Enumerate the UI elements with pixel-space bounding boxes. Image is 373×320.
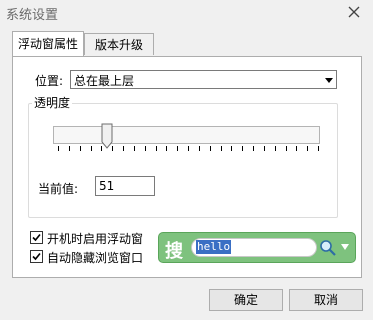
search-icon[interactable] xyxy=(319,239,337,257)
tab-version-upgrade[interactable]: 版本升级 xyxy=(84,33,154,55)
current-value-label: 当前值: xyxy=(38,182,79,196)
transparency-slider-track[interactable] xyxy=(53,126,320,144)
position-select-value: 总在最上层 xyxy=(74,74,135,88)
window-title: 系统设置 xyxy=(6,8,59,23)
position-select[interactable]: 总在最上层 xyxy=(70,70,337,89)
ok-button[interactable]: 确定 xyxy=(209,289,283,311)
cancel-button[interactable]: 取消 xyxy=(289,289,363,311)
search-input-text: hello xyxy=(196,240,232,254)
checkbox-autostart[interactable] xyxy=(30,231,43,244)
chevron-down-icon xyxy=(325,78,333,83)
transparency-group-title: 透明度 xyxy=(32,94,73,111)
checkbox-autohide-label: 自动隐藏浏览窗口 xyxy=(47,251,144,265)
position-label: 位置: xyxy=(35,74,64,88)
close-icon[interactable] xyxy=(345,3,363,21)
checkmark-icon xyxy=(32,233,41,242)
tab-float-window[interactable]: 浮动窗属性 xyxy=(12,31,84,56)
current-value-input[interactable]: 51 xyxy=(95,176,155,196)
search-logo-char: 搜 xyxy=(165,241,183,262)
search-input[interactable]: hello xyxy=(191,238,317,257)
checkbox-autostart-label: 开机时启用浮动窗 xyxy=(47,232,144,246)
slider-ticks xyxy=(58,146,319,151)
dropdown-arrow-icon[interactable] xyxy=(341,244,349,250)
transparency-group xyxy=(28,103,338,218)
floating-search-bar: 搜 hello xyxy=(158,232,356,263)
checkmark-icon xyxy=(32,252,41,261)
title-bar: 系统设置 xyxy=(0,0,373,28)
checkbox-autohide[interactable] xyxy=(30,250,43,263)
settings-dialog: 系统设置 浮动窗属性 版本升级 位置: 总在最上层 透明度 当前值: 51 开机… xyxy=(0,0,373,320)
